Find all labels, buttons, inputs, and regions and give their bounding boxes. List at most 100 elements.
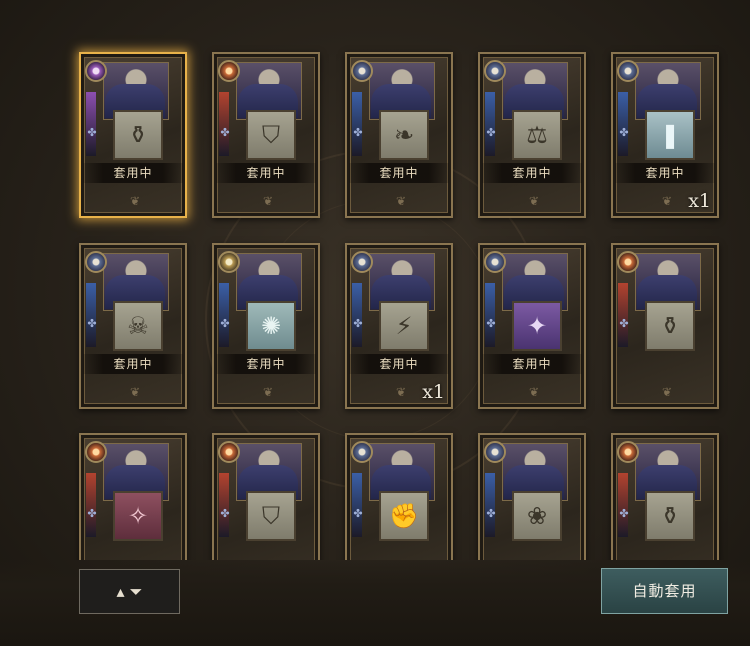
- rarity-strip: [352, 473, 362, 537]
- class-emblem-icon: [351, 60, 373, 82]
- frame-ornament-icon: ❦: [395, 194, 407, 208]
- class-emblem-icon: [85, 251, 107, 273]
- frame-ornament-icon: ❦: [661, 194, 673, 208]
- class-emblem-icon: [351, 441, 373, 463]
- skill-icon: ❚: [645, 110, 695, 160]
- equipment-card[interactable]: ✤ ⚖ 套用中 ❦: [478, 52, 586, 218]
- applied-status-label: 套用中: [216, 354, 316, 374]
- applied-status-label: 套用中: [216, 163, 316, 183]
- gem-slot-icon: ✤: [353, 126, 363, 139]
- skill-icon: ☠: [113, 301, 163, 351]
- skill-icon: ⚖: [512, 110, 562, 160]
- class-emblem-icon: [617, 441, 639, 463]
- equipment-card[interactable]: ✤⚱❦: [611, 433, 719, 560]
- gem-slot-icon: ✤: [353, 317, 363, 330]
- equipment-card[interactable]: ✤✧❦: [79, 433, 187, 560]
- rarity-strip: [618, 473, 628, 537]
- equipment-card[interactable]: ✤❀❦: [478, 433, 586, 560]
- applied-status-label: 套用中: [83, 354, 183, 374]
- gem-slot-icon: ✤: [87, 317, 97, 330]
- equipment-card[interactable]: ✤ ⚱ 套用中 ❦: [79, 52, 187, 218]
- rarity-strip: [86, 92, 96, 156]
- applied-status-label: 套用中: [83, 163, 183, 183]
- skill-icon: ⚱: [645, 301, 695, 351]
- gem-slot-icon: ✤: [619, 507, 629, 520]
- skill-icon: ⛉: [246, 491, 296, 541]
- frame-ornament-icon: ❦: [262, 385, 274, 399]
- rarity-strip: [485, 283, 495, 347]
- auto-apply-button[interactable]: 自動套用: [601, 568, 728, 614]
- skill-icon: ⛉: [246, 110, 296, 160]
- class-emblem-icon: [617, 60, 639, 82]
- class-emblem-icon: [218, 60, 240, 82]
- equipment-card[interactable]: ✤ ☠ 套用中 ❦: [79, 243, 187, 409]
- frame-ornament-icon: ❦: [661, 385, 673, 399]
- skill-icon: ✺: [246, 301, 296, 351]
- equipment-card[interactable]: ✤✊❦: [345, 433, 453, 560]
- gem-slot-icon: ✤: [87, 507, 97, 520]
- rarity-strip: [352, 283, 362, 347]
- class-emblem-icon: [218, 441, 240, 463]
- class-emblem-icon: [484, 441, 506, 463]
- equipment-card[interactable]: ✤ ⛉ 套用中 ❦: [212, 52, 320, 218]
- equipment-card[interactable]: ✤⛉❦: [212, 433, 320, 560]
- gem-slot-icon: ✤: [619, 317, 629, 330]
- frame-ornament-icon: ❦: [528, 194, 540, 208]
- class-emblem-icon: [484, 251, 506, 273]
- card-count: x1: [688, 190, 711, 212]
- rarity-strip: [485, 473, 495, 537]
- frame-ornament-icon: ❦: [262, 194, 274, 208]
- equipment-card[interactable]: ✤ ❧ 套用中 ❦: [345, 52, 453, 218]
- skill-icon: ✧: [113, 491, 163, 541]
- class-emblem-icon: [218, 251, 240, 273]
- skill-icon: ❀: [512, 491, 562, 541]
- rarity-strip: [86, 283, 96, 347]
- equipment-card[interactable]: ✤ ✦ 套用中 ❦: [478, 243, 586, 409]
- card-count: x1: [422, 381, 445, 403]
- rarity-strip: [352, 92, 362, 156]
- gem-slot-icon: ✤: [486, 317, 496, 330]
- gem-slot-icon: ✤: [486, 126, 496, 139]
- applied-status-label: 套用中: [615, 163, 715, 183]
- rarity-strip: [219, 473, 229, 537]
- class-emblem-icon: [617, 251, 639, 273]
- skill-icon: ✦: [512, 301, 562, 351]
- rarity-strip: [219, 92, 229, 156]
- skill-icon: ⚱: [645, 491, 695, 541]
- gem-slot-icon: ✤: [220, 317, 230, 330]
- class-emblem-icon: [351, 251, 373, 273]
- class-emblem-icon: [85, 60, 107, 82]
- frame-ornament-icon: ❦: [528, 385, 540, 399]
- equipment-card[interactable]: ✤ ⚡ 套用中 ❦ x1: [345, 243, 453, 409]
- rarity-strip: [86, 473, 96, 537]
- skill-icon: ❧: [379, 110, 429, 160]
- applied-status-label: 套用中: [482, 354, 582, 374]
- applied-status-label: 套用中: [482, 163, 582, 183]
- gem-slot-icon: ✤: [619, 126, 629, 139]
- gem-slot-icon: ✤: [486, 507, 496, 520]
- equipment-card[interactable]: ✤ ✺ 套用中 ❦: [212, 243, 320, 409]
- rarity-strip: [618, 283, 628, 347]
- skill-icon: ⚱: [113, 110, 163, 160]
- skill-icon: ✊: [379, 491, 429, 541]
- gem-slot-icon: ✤: [220, 126, 230, 139]
- rarity-strip: [485, 92, 495, 156]
- equipment-card[interactable]: ✤ ❚ 套用中 ❦ x1: [611, 52, 719, 218]
- frame-ornament-icon: ❦: [395, 385, 407, 399]
- applied-status-label: 套用中: [349, 163, 449, 183]
- frame-ornament-icon: ❦: [129, 385, 141, 399]
- gem-slot-icon: ✤: [87, 126, 97, 139]
- card-grid: ✤ ⚱ 套用中 ❦ ✤ ⛉ 套用中 ❦ ✤ ❧ 套用中 ❦ ✤ ⚖ 套用中 ❦ ✤ ❚ 套用中 ❦ x1 ✤ ☠ 套用中 ❦ ✤ ✺…: [0, 0, 750, 560]
- class-emblem-icon: [484, 60, 506, 82]
- skill-icon: ⚡: [379, 301, 429, 351]
- gem-slot-icon: ✤: [220, 507, 230, 520]
- class-emblem-icon: [85, 441, 107, 463]
- filter-sort-button[interactable]: ▴ ⏷: [79, 569, 180, 614]
- equipment-card[interactable]: ✤ ⚱ ❦: [611, 243, 719, 409]
- funnel-sort-icon: ▴ ⏷: [116, 581, 143, 601]
- rarity-strip: [219, 283, 229, 347]
- frame-ornament-icon: ❦: [129, 194, 141, 208]
- gem-slot-icon: ✤: [353, 507, 363, 520]
- rarity-strip: [618, 92, 628, 156]
- applied-status-label: 套用中: [349, 354, 449, 374]
